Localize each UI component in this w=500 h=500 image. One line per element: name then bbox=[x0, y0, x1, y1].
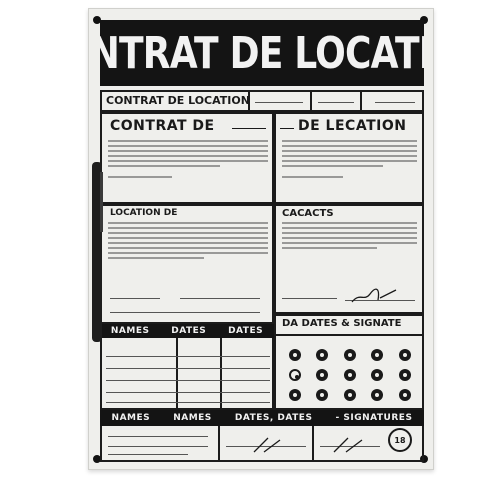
table-header-names: NAMES bbox=[110, 326, 150, 336]
checkbox-dot[interactable] bbox=[289, 369, 301, 381]
left-blank-line-2 bbox=[180, 298, 260, 299]
main-title-banner: CONTRAT DE LOCATION bbox=[100, 20, 424, 86]
dates-signature-heading: DA DATES & SIGNATE bbox=[282, 318, 402, 329]
header-blank-2 bbox=[318, 102, 354, 103]
left-blank-line-3 bbox=[110, 312, 260, 313]
header-blank-1 bbox=[255, 102, 303, 103]
checkbox-dot[interactable] bbox=[316, 369, 328, 381]
footer-divider-1 bbox=[218, 426, 220, 462]
main-title: CONTRAT DE LOCATION bbox=[100, 27, 424, 79]
table-header-dates-1: DATES bbox=[171, 326, 207, 336]
header-divider-2 bbox=[310, 90, 312, 112]
stamp-seal: 18 bbox=[388, 428, 412, 452]
footer-blank-line bbox=[108, 454, 188, 455]
checkbox-dot[interactable] bbox=[344, 369, 356, 381]
checkbox-dot[interactable] bbox=[316, 349, 328, 361]
table-col-divider-1 bbox=[176, 338, 178, 410]
table-header-dates-2: DATES bbox=[228, 326, 264, 336]
signature-mark-1 bbox=[351, 288, 397, 303]
left-paragraph-2 bbox=[108, 222, 268, 259]
checkbox-dot[interactable] bbox=[289, 349, 301, 361]
checkbox-dot[interactable] bbox=[344, 389, 356, 401]
table-col-divider-2 bbox=[220, 338, 222, 410]
header-divider-3 bbox=[360, 90, 362, 112]
checkbox-dot[interactable] bbox=[371, 389, 383, 401]
names-dates-table-header: NAMES DATES DATES bbox=[100, 324, 274, 338]
footer-header-signatures: - SIGNATURES bbox=[335, 413, 413, 423]
table-row-line bbox=[106, 392, 270, 393]
left-blank-line-1 bbox=[110, 298, 160, 299]
right-blank-line-1 bbox=[282, 298, 337, 299]
table-row-line bbox=[106, 356, 270, 357]
footer-header-dates: DATES, DATES bbox=[234, 413, 313, 423]
checkbox-dot[interactable] bbox=[399, 389, 411, 401]
left-mid-heading: LOCATION DE bbox=[110, 208, 178, 218]
signature-mark-2 bbox=[253, 437, 281, 453]
footer-blank-line bbox=[108, 446, 208, 447]
footer-header: NAMES NAMES DATES, DATES - SIGNATURES bbox=[100, 410, 424, 426]
footer-header-names-1: NAMES bbox=[111, 413, 151, 423]
header-blank-3 bbox=[375, 102, 415, 103]
signature-mark-3 bbox=[333, 437, 363, 453]
checkbox-dot[interactable] bbox=[399, 349, 411, 361]
right-mid-heading: CACACTS bbox=[282, 208, 334, 219]
checkbox-dot[interactable] bbox=[289, 389, 301, 401]
table-row-line bbox=[106, 402, 270, 403]
section-left-title: CONTRAT DE bbox=[110, 118, 215, 134]
footer-divider-2 bbox=[312, 426, 314, 462]
checkbox-dot[interactable] bbox=[316, 389, 328, 401]
checkbox-dot[interactable] bbox=[344, 349, 356, 361]
section-right-title: DE LECATION bbox=[298, 118, 407, 134]
dates-signature-rule bbox=[274, 334, 424, 336]
pen-clip bbox=[100, 172, 103, 232]
section-left-title-rule bbox=[232, 128, 266, 129]
checkbox-dot[interactable] bbox=[399, 369, 411, 381]
header-bar-label: CONTRAT DE LOCATION bbox=[106, 94, 250, 107]
right-paragraph-2 bbox=[282, 222, 417, 249]
table-row-line bbox=[106, 368, 270, 369]
section-right-title-rule bbox=[280, 128, 294, 129]
right-paragraph-1 bbox=[282, 140, 417, 178]
checkbox-dot[interactable] bbox=[371, 349, 383, 361]
header-divider-1 bbox=[248, 90, 250, 112]
footer-header-names-2: NAMES bbox=[173, 413, 212, 423]
checkbox-dot[interactable] bbox=[371, 369, 383, 381]
left-paragraph-1 bbox=[108, 140, 268, 178]
footer-blank-line bbox=[108, 436, 208, 437]
table-row-line bbox=[106, 380, 270, 381]
